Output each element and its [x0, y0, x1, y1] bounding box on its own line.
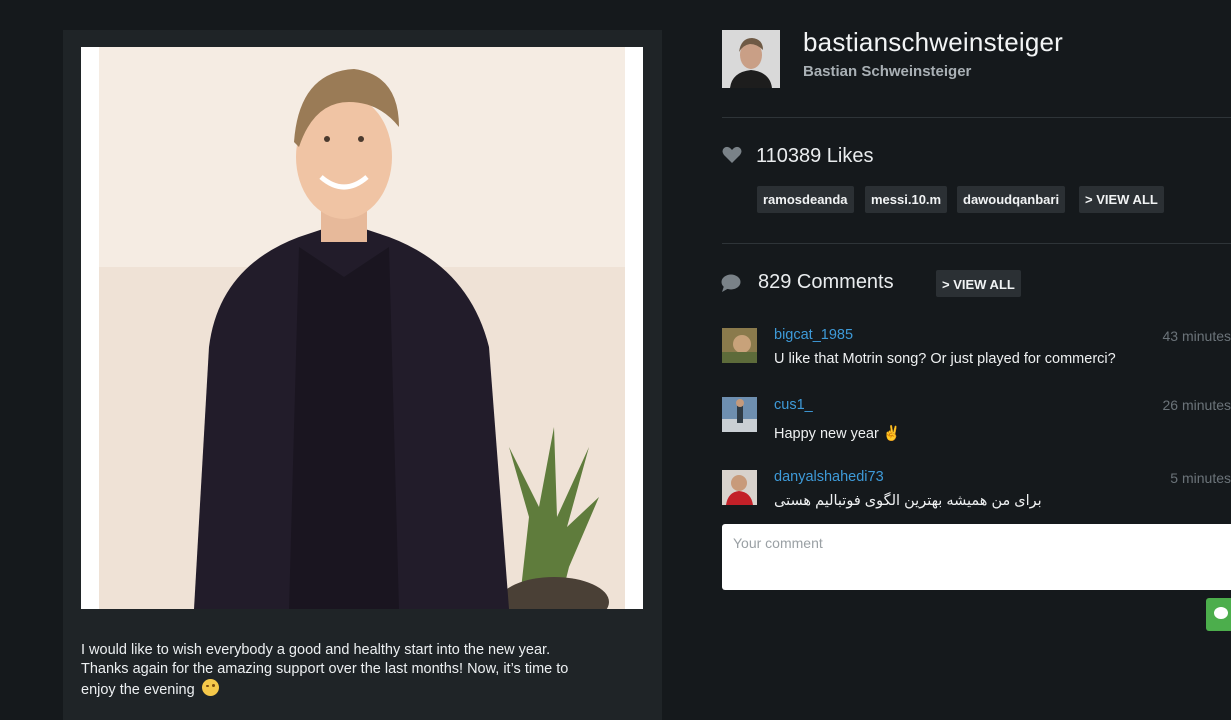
comment-text: U like that Motrin song? Or just played … [774, 351, 1116, 367]
comments-count: 829 Comments [758, 271, 894, 293]
divider [722, 243, 1231, 244]
comment-input[interactable] [722, 524, 1231, 590]
comment-text: برای من همیشه بهترین الگوی فوتبالیم هستی [774, 493, 1042, 509]
caption-line: Thanks again for the amazing support ove… [81, 661, 569, 677]
heart-icon [722, 146, 742, 163]
divider [722, 117, 1231, 118]
liker-tag[interactable]: ramosdeanda [757, 186, 854, 213]
photo-frame [81, 47, 643, 609]
profile-full-name: Bastian Schweinsteiger [803, 63, 972, 80]
comment-username[interactable]: cus1_ [774, 397, 813, 413]
commenter-avatar[interactable] [722, 328, 757, 363]
post-panel: I would like to wish everybody a good an… [63, 30, 662, 720]
likes-count: 110389 Likes [756, 145, 874, 167]
post-caption: I would like to wish everybody a good an… [81, 641, 641, 700]
comment-text: Happy new year ✌️ [774, 426, 901, 442]
wink-emoji-icon [201, 679, 219, 696]
comment-timestamp: 26 minutes [1162, 397, 1231, 413]
post-photo[interactable] [99, 47, 625, 609]
comment-timestamp: 5 minutes [1170, 470, 1231, 486]
caption-line: I would like to wish everybody a good an… [81, 642, 551, 658]
comment-username[interactable]: danyalshahedi73 [774, 469, 884, 485]
liker-tag[interactable]: messi.10.m [865, 186, 948, 213]
send-comment-icon [1214, 607, 1228, 619]
send-comment-button[interactable] [1206, 598, 1231, 631]
commenter-avatar[interactable] [722, 470, 757, 505]
view-all-likes-button[interactable]: > VIEW ALL [1079, 186, 1164, 213]
speech-bubble-icon [721, 274, 741, 292]
comment-timestamp: 43 minutes [1162, 328, 1231, 344]
caption-line: enjoy the evening [81, 682, 195, 698]
profile-username[interactable]: bastianschweinsteiger [803, 27, 1063, 58]
liker-tag[interactable]: dawoudqanbari [957, 186, 1066, 213]
view-all-comments-button[interactable]: > VIEW ALL [936, 270, 1021, 297]
commenter-avatar[interactable] [722, 397, 757, 432]
profile-avatar[interactable] [722, 30, 780, 88]
comment-username[interactable]: bigcat_1985 [774, 327, 853, 343]
